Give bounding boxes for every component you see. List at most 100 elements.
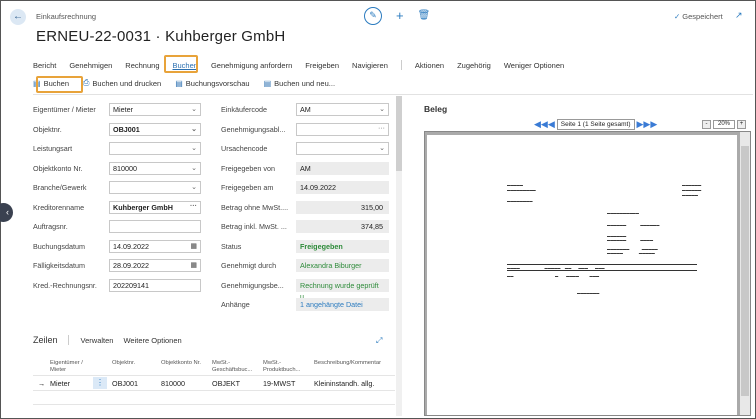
row-menu-ellipsis-icon[interactable]: ⋮: [93, 377, 107, 389]
field-anhänge[interactable]: 1 angehängte Datei: [296, 298, 389, 311]
field-value: OBJ001: [113, 124, 140, 134]
field-fälligkeitsdatum[interactable]: 28.09.2022 ▦: [109, 259, 201, 272]
field-leistungsart[interactable]: ⌄: [109, 142, 201, 155]
action-buchungsvorschau-button[interactable]: ▤ Buchungsvorschau: [175, 79, 249, 88]
edit-pencil-icon[interactable]: ✎: [364, 7, 382, 25]
doc-text-block: ▬▬▬▬▬▬▬▬: [507, 199, 533, 203]
field-eigentümer-mieter[interactable]: Mieter ⌄: [109, 103, 201, 116]
expand-lines-icon[interactable]: ⤢: [376, 336, 382, 346]
field-value: Alexandra Biburger: [300, 261, 362, 270]
delete-trash-icon[interactable]: 🗑: [418, 7, 431, 25]
table-cell[interactable]: OBJ001: [112, 379, 138, 388]
chevron-down-icon[interactable]: ⌄: [379, 104, 385, 115]
post-new-icon: ▤: [263, 78, 272, 88]
menu-item-navigieren[interactable]: Navigieren: [352, 61, 388, 70]
field-label-branche-gewerk: Branche/Gewerk: [33, 183, 87, 192]
column-header-mwst-produktbuch[interactable]: MwSt.-Produktbuch...: [263, 360, 311, 374]
form-scrollbar-thumb[interactable]: [396, 96, 402, 171]
field-ursachencode[interactable]: ⌄: [296, 142, 389, 155]
field-value: 14.09.2022: [300, 183, 336, 192]
menu-item-zugehörig[interactable]: Zugehörig: [457, 61, 491, 70]
menu-item-weniger-optionen[interactable]: Weniger Optionen: [504, 61, 564, 70]
document-preview: ▬▬▬▬▬ ▬▬▬▬▬▬▬▬▬ ▬▬▬▬▬▬▬▬ ▬▬▬▬▬▬ ▬▬▬▬▬▬ ▬…: [424, 131, 751, 416]
calendar-icon[interactable]: ▦: [190, 260, 197, 271]
field-label-betrag-inkl-mwst: Betrag inkl. MwSt. ...: [221, 222, 287, 231]
last-page-icon[interactable]: ▶▶: [643, 119, 657, 130]
column-header-mwst-geschäftsbuc[interactable]: MwSt.-Geschäftsbuc...: [212, 360, 260, 374]
field-objektkonto-nr[interactable]: 810000 ⌄: [109, 161, 201, 175]
field-genehmigt-durch: Alexandra Biburger: [296, 259, 389, 272]
zoom-in-button[interactable]: +: [737, 120, 747, 129]
field-buchungsdatum[interactable]: 14.09.2022 ▦: [109, 239, 201, 253]
first-page-icon[interactable]: ◀◀: [534, 119, 548, 130]
doc-text-block: ▬▬▬▬▬▬: [682, 183, 702, 187]
table-cell[interactable]: 810000: [161, 379, 185, 388]
menu-item-genehmigung-anfordern[interactable]: Genehmigung anfordern: [211, 61, 292, 70]
table-cell[interactable]: Kleininstandh. allg.: [314, 379, 374, 388]
doc-text-block: ▬▬▬▬▬▬ ▬▬▬▬: [607, 238, 654, 242]
form-scrollbar[interactable]: [396, 96, 402, 416]
action-label: Buchungsvorschau: [185, 78, 250, 88]
menu-item-aktionen[interactable]: Aktionen: [415, 61, 444, 70]
action-buchen-und-neu-button[interactable]: ▤ Buchen und neu...: [264, 79, 335, 88]
menu-item-freigeben[interactable]: Freigeben: [305, 61, 339, 70]
zoom-value[interactable]: 20%: [713, 120, 736, 129]
chevron-down-icon[interactable]: ⌄: [191, 124, 197, 135]
back-arrow-icon[interactable]: ←: [10, 9, 26, 25]
grid-rule: [33, 404, 395, 405]
field-auftragsnr[interactable]: [109, 220, 201, 233]
popout-icon[interactable]: ↗: [735, 10, 743, 21]
menu-item-genehmigen[interactable]: Genehmigen: [69, 61, 112, 70]
chevron-down-icon[interactable]: ⌄: [191, 143, 197, 154]
column-header-objektkonto-nr[interactable]: Objektkonto Nr.: [161, 360, 209, 367]
field-label-betrag-ohne-mwst: Betrag ohne MwSt....: [221, 202, 289, 212]
field-value: Kuhberger GmbH: [113, 202, 173, 212]
field-objektnr[interactable]: OBJ001 ⌄: [109, 122, 201, 136]
field-label-einkäufercode: Einkäufercode: [221, 105, 267, 114]
menu-item-bericht[interactable]: Bericht: [33, 61, 56, 70]
field-branche-gewerk[interactable]: ⌄: [109, 181, 201, 194]
field-kreditorenname[interactable]: Kuhberger GmbH ···: [109, 200, 201, 214]
table-cell[interactable]: Mieter: [50, 379, 70, 388]
column-header-beschreibung-kommentar[interactable]: Beschreibung/Kommentar: [314, 360, 381, 367]
divider: [400, 60, 402, 70]
lines-header: Zeilen Verwalten Weitere Optionen: [33, 335, 192, 345]
row-selector-arrow-icon[interactable]: →: [38, 379, 45, 388]
next-page-icon[interactable]: ▶: [637, 119, 644, 130]
field-label-freigegeben-von: Freigegeben von: [221, 163, 275, 173]
lookup-ellipsis-icon[interactable]: ···: [378, 123, 385, 134]
preview-scrollbar-thumb[interactable]: [741, 146, 749, 396]
calendar-icon[interactable]: ▦: [190, 241, 197, 252]
table-cell[interactable]: 19-MWST: [263, 379, 295, 388]
doc-text-block: ▬▬▬▬▬▬ ▬▬▬▬▬▬: [607, 223, 660, 227]
chevron-down-icon[interactable]: ⌄: [191, 163, 197, 174]
field-label-genehmigt-durch: Genehmigt durch: [221, 261, 277, 270]
column-header-eigentümer-mieter[interactable]: Eigentümer / Mieter: [50, 360, 94, 374]
lookup-ellipsis-icon[interactable]: ···: [190, 201, 197, 212]
table-cell[interactable]: OBJEKT: [212, 379, 240, 388]
action-buchen-und-drucken-button[interactable]: ⎙ Buchen und drucken: [83, 78, 161, 88]
lines-action-verwalten[interactable]: Verwalten: [81, 336, 114, 345]
highlight-buchen-menu: [164, 55, 198, 73]
doc-text-block: ▬▬▬▬▬▬▬▬▬: [507, 188, 536, 192]
preview-pager: ◀◀ ◀ Seite 1 (1 Seite gesamt) ▶ ▶▶: [534, 119, 657, 130]
field-label-kred-rechnungsnr: Kred.-Rechnungsnr.: [33, 280, 97, 290]
lines-action-weitere-optionen[interactable]: Weitere Optionen: [123, 336, 181, 345]
field-einkäufercode[interactable]: AM ⌄: [296, 103, 389, 116]
prev-page-icon[interactable]: ◀: [548, 119, 555, 130]
field-value: Freigegeben: [300, 241, 343, 251]
preview-scrollbar[interactable]: [740, 132, 750, 415]
doc-text-block: ▬▬▬▬▬▬: [682, 188, 702, 192]
chevron-down-icon[interactable]: ⌄: [379, 143, 385, 154]
field-freigegeben-am: 14.09.2022: [296, 181, 389, 194]
chevron-down-icon[interactable]: ⌄: [191, 182, 197, 193]
field-kred-rechnungsnr[interactable]: 202209141: [109, 278, 201, 292]
menu-item-rechnung[interactable]: Rechnung: [125, 61, 159, 70]
print-icon: ⎙: [83, 78, 90, 87]
column-header-objektnr[interactable]: Objektnr.: [112, 360, 157, 367]
chevron-down-icon[interactable]: ⌄: [191, 104, 197, 115]
add-plus-icon[interactable]: +: [396, 7, 404, 25]
field-value: AM: [300, 105, 311, 114]
field-genehmigungsabl[interactable]: ···: [296, 122, 389, 136]
zoom-out-button[interactable]: -: [702, 120, 711, 129]
